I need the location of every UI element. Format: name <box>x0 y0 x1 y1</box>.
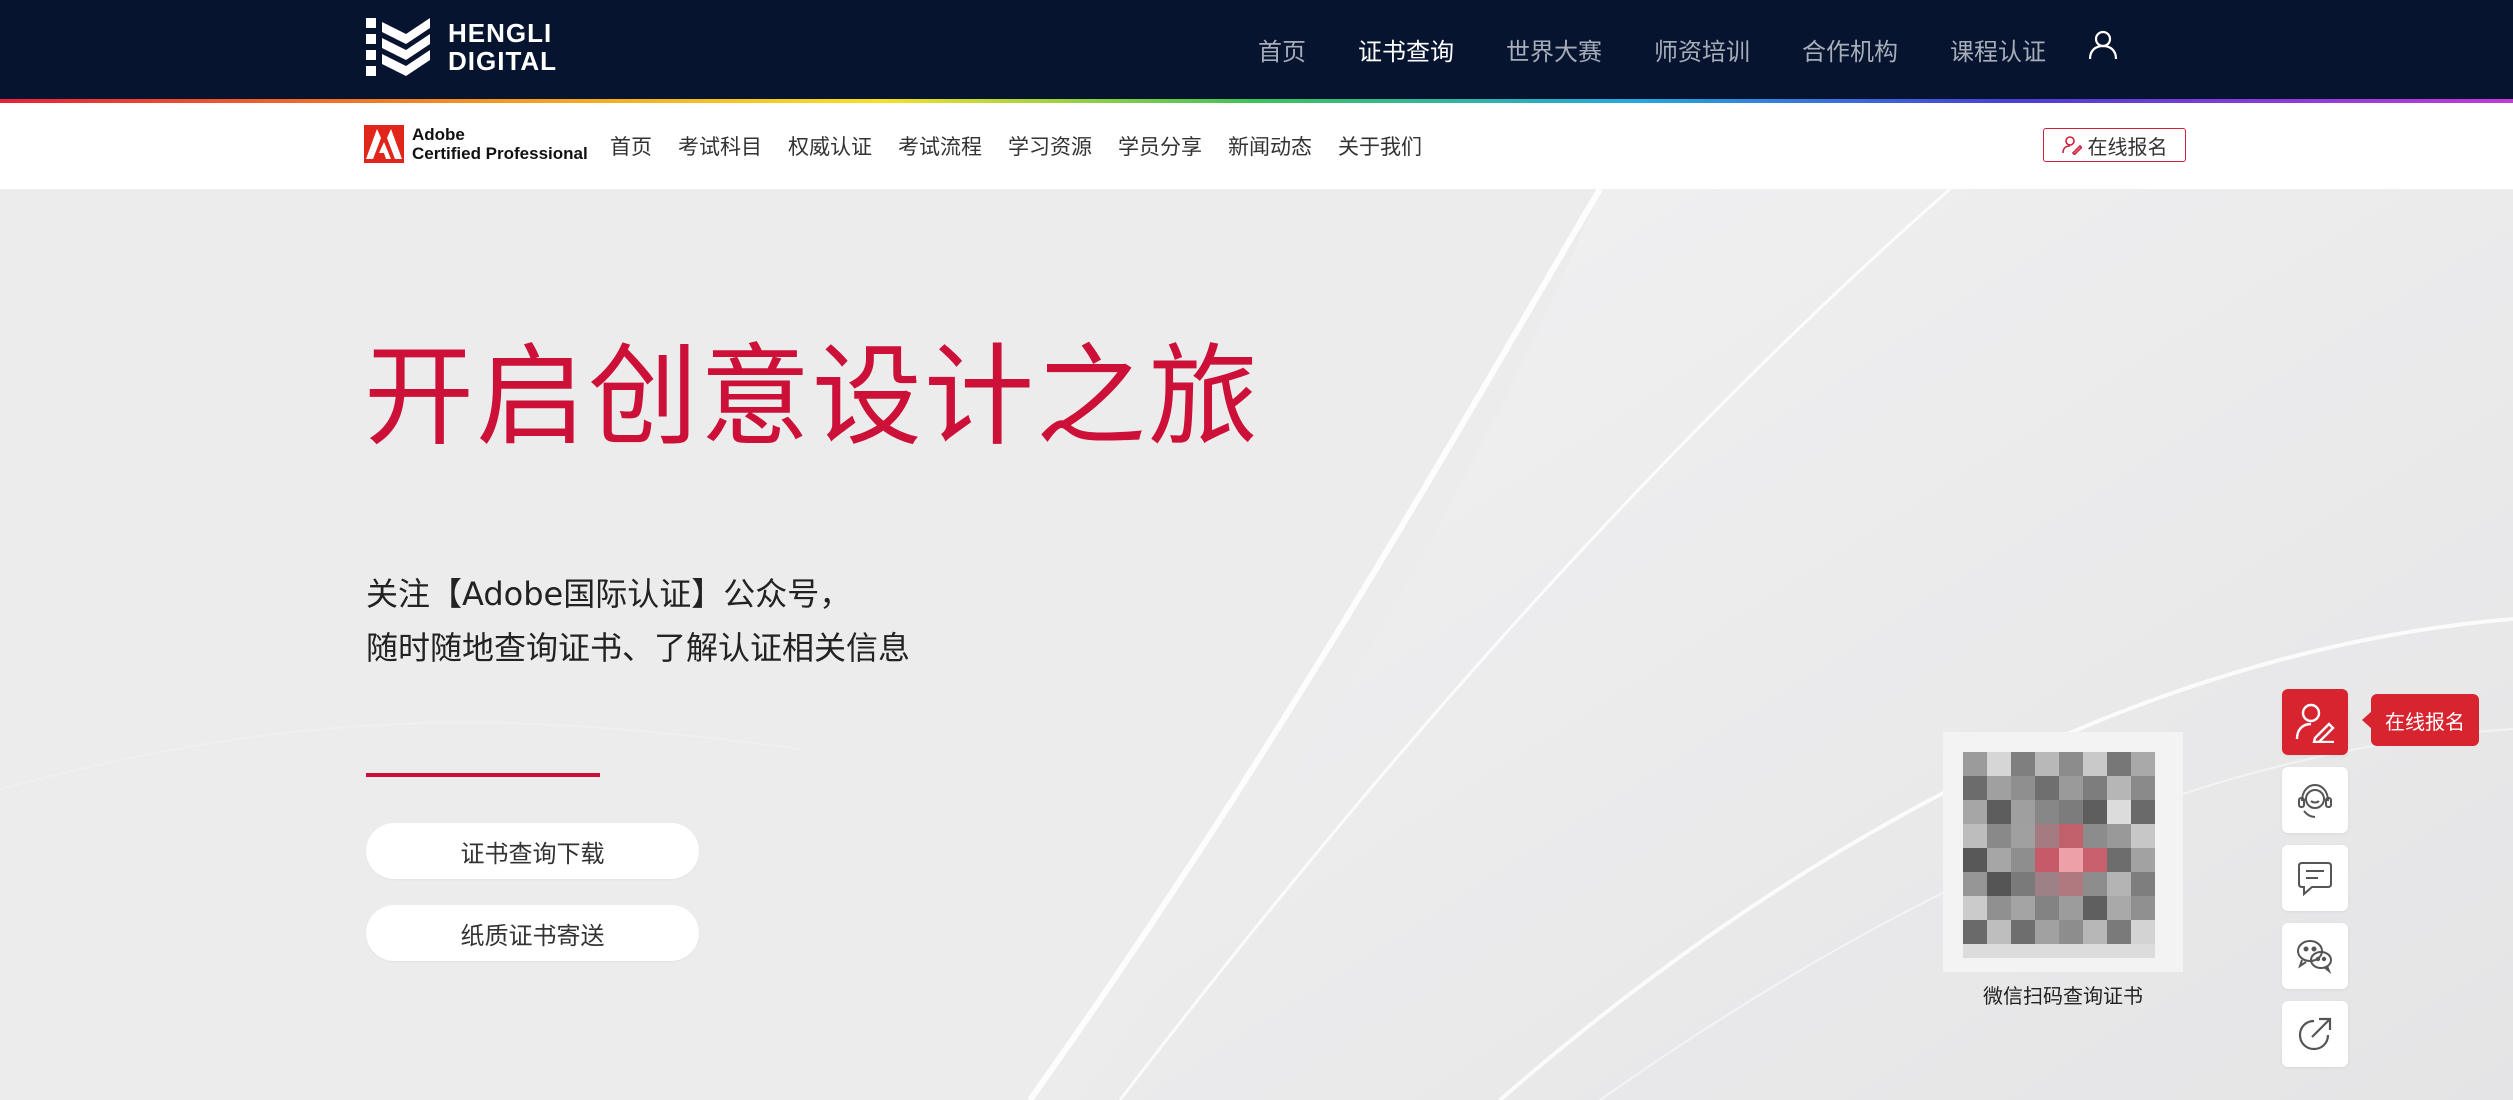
hero-desc-line-2: 随时随地查询证书、了解认证相关信息 <box>366 629 911 667</box>
subnav-news[interactable]: 新闻动态 <box>1228 131 1312 161</box>
subnav-student-sharing[interactable]: 学员分享 <box>1118 131 1202 161</box>
side-customer-service-button[interactable] <box>2282 767 2348 833</box>
wechat-icon <box>2297 940 2332 975</box>
register-tooltip: 在线报名 <box>2362 694 2479 746</box>
hengli-digital-logo[interactable]: HENGLI DIGITAL <box>366 16 557 78</box>
side-register-button[interactable] <box>2282 689 2348 755</box>
subnav-home[interactable]: 首页 <box>610 131 652 161</box>
register-icon <box>2295 703 2335 743</box>
subnav-exam-process[interactable]: 考试流程 <box>898 131 982 161</box>
side-share-button[interactable] <box>2282 1001 2348 1067</box>
top-navbar: HENGLI DIGITAL 首页 证书查询 世界大赛 师资培训 合作机构 课程… <box>0 0 2513 99</box>
brand-name: HENGLI DIGITAL <box>448 19 557 75</box>
hero-desc-line-1: 关注【Adobe国际认证】公众号， <box>366 575 852 613</box>
hero-title: 开启创意设计之旅 <box>364 333 1260 461</box>
subnav-learning-resources[interactable]: 学习资源 <box>1008 131 1092 161</box>
nav-world-championship[interactable]: 世界大赛 <box>1506 32 1602 67</box>
hero-description: 关注【Adobe国际认证】公众号， 随时随地查询证书、了解认证相关信息 <box>366 567 910 675</box>
hero-section: 开启创意设计之旅 关注【Adobe国际认证】公众号， 随时随地查询证书、了解认证… <box>0 189 2513 1100</box>
adobe-certified-logo[interactable]: Adobe Certified Professional <box>364 125 588 163</box>
main-nav: 首页 证书查询 世界大赛 师资培训 合作机构 课程认证 <box>1206 0 2120 99</box>
hero-accent-line <box>366 773 600 777</box>
qr-code-image <box>1943 732 2183 972</box>
nav-course-certification[interactable]: 课程认证 <box>1950 32 2046 67</box>
user-icon[interactable] <box>2086 28 2120 62</box>
share-icon <box>2298 1017 2332 1051</box>
hengli-logo-icon <box>366 18 430 76</box>
nav-certificate-query[interactable]: 证书查询 <box>1358 32 1454 67</box>
message-icon <box>2298 862 2332 897</box>
sub-nav: 首页 考试科目 权威认证 考试流程 学习资源 学员分享 新闻动态 关于我们 <box>610 103 1422 189</box>
acp-line-2: Certified Professional <box>412 144 588 163</box>
wechat-qr-panel: 微信扫码查询证书 <box>1943 732 2183 1009</box>
online-register-button[interactable]: 在线报名 <box>2043 128 2186 162</box>
nav-partners[interactable]: 合作机构 <box>1802 32 1898 67</box>
nav-teacher-training[interactable]: 师资培训 <box>1654 32 1750 67</box>
subnav-exam-subjects[interactable]: 考试科目 <box>678 131 762 161</box>
qr-caption: 微信扫码查询证书 <box>1983 984 2143 1008</box>
subnav-authority[interactable]: 权威认证 <box>788 131 872 161</box>
acp-text: Adobe Certified Professional <box>412 125 588 163</box>
certificate-download-button[interactable]: 证书查询下载 <box>366 823 699 879</box>
paper-certificate-mail-button[interactable]: 纸质证书寄送 <box>366 905 699 961</box>
customer-service-icon <box>2298 783 2332 818</box>
acp-line-1: Adobe <box>412 125 465 144</box>
brand-line-2: DIGITAL <box>448 46 558 76</box>
register-label: 在线报名 <box>2087 134 2168 159</box>
adobe-logo-icon <box>364 125 404 163</box>
subnav-about[interactable]: 关于我们 <box>1338 131 1422 161</box>
nav-home[interactable]: 首页 <box>1258 32 1306 67</box>
register-icon <box>2061 136 2082 155</box>
sub-navbar: Adobe Certified Professional 首页 考试科目 权威认… <box>0 103 2513 189</box>
brand-line-1: HENGLI <box>448 18 553 48</box>
side-message-button[interactable] <box>2282 845 2348 911</box>
side-wechat-button[interactable] <box>2282 923 2348 989</box>
